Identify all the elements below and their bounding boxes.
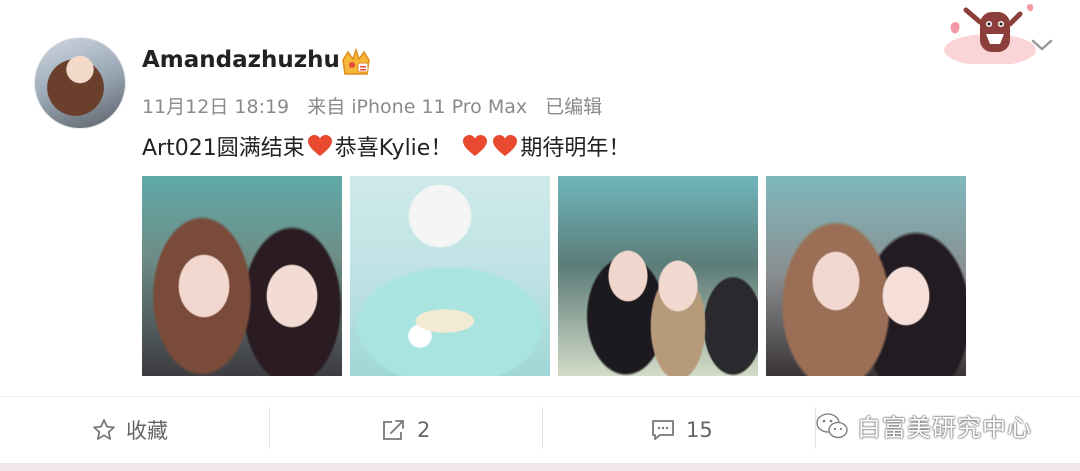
post-text: Art021圆满结束 恭喜Kylie！ 期待明年！ — [142, 130, 630, 162]
comment-count: 15 — [686, 418, 713, 442]
share-icon — [383, 420, 404, 440]
photo-grid — [142, 176, 966, 376]
photo-1[interactable] — [142, 176, 342, 376]
repost-count: 2 — [417, 418, 431, 442]
photo-4[interactable] — [766, 176, 966, 376]
chevron-down-icon[interactable] — [1030, 36, 1054, 54]
comment-icon — [652, 420, 674, 440]
watermark-text: 白富美研究中心 — [857, 414, 1032, 442]
post-meta: 11月12日 18:19 来自 iPhone 11 Pro Max 已编辑 — [142, 92, 614, 119]
post-text-part3: 期待明年！ — [520, 136, 631, 161]
comment-button[interactable]: 15 — [650, 397, 713, 463]
star-icon — [93, 419, 115, 440]
username[interactable]: Amandazhuzhu — [142, 47, 340, 73]
red-heart-icon — [493, 135, 518, 156]
post-source[interactable]: 来自 iPhone 11 Pro Max — [307, 96, 527, 118]
red-heart-icon — [307, 135, 332, 156]
watermark: 白富美研究中心 — [815, 408, 1032, 443]
post-date: 11月12日 18:19 — [142, 96, 290, 118]
post-text-part1: Art021圆满结束 — [142, 136, 305, 161]
photo-2[interactable] — [350, 176, 550, 376]
avatar[interactable] — [34, 37, 126, 129]
favorite-label: 收藏 — [126, 419, 168, 443]
cartoon-monster-sticker-icon — [944, 4, 1036, 64]
edited-label[interactable]: 已编辑 — [545, 96, 602, 118]
vip-crown-icon[interactable] — [339, 48, 373, 78]
separator — [542, 407, 543, 449]
red-heart-icon — [463, 135, 488, 156]
favorite-button[interactable]: 收藏 — [92, 397, 168, 463]
photo-3[interactable] — [558, 176, 758, 376]
bottom-bar — [0, 463, 1080, 471]
wechat-icon — [816, 412, 848, 438]
post-text-part2: 恭喜Kylie！ — [334, 136, 453, 161]
repost-button[interactable]: 2 — [381, 397, 430, 463]
separator — [269, 407, 270, 449]
